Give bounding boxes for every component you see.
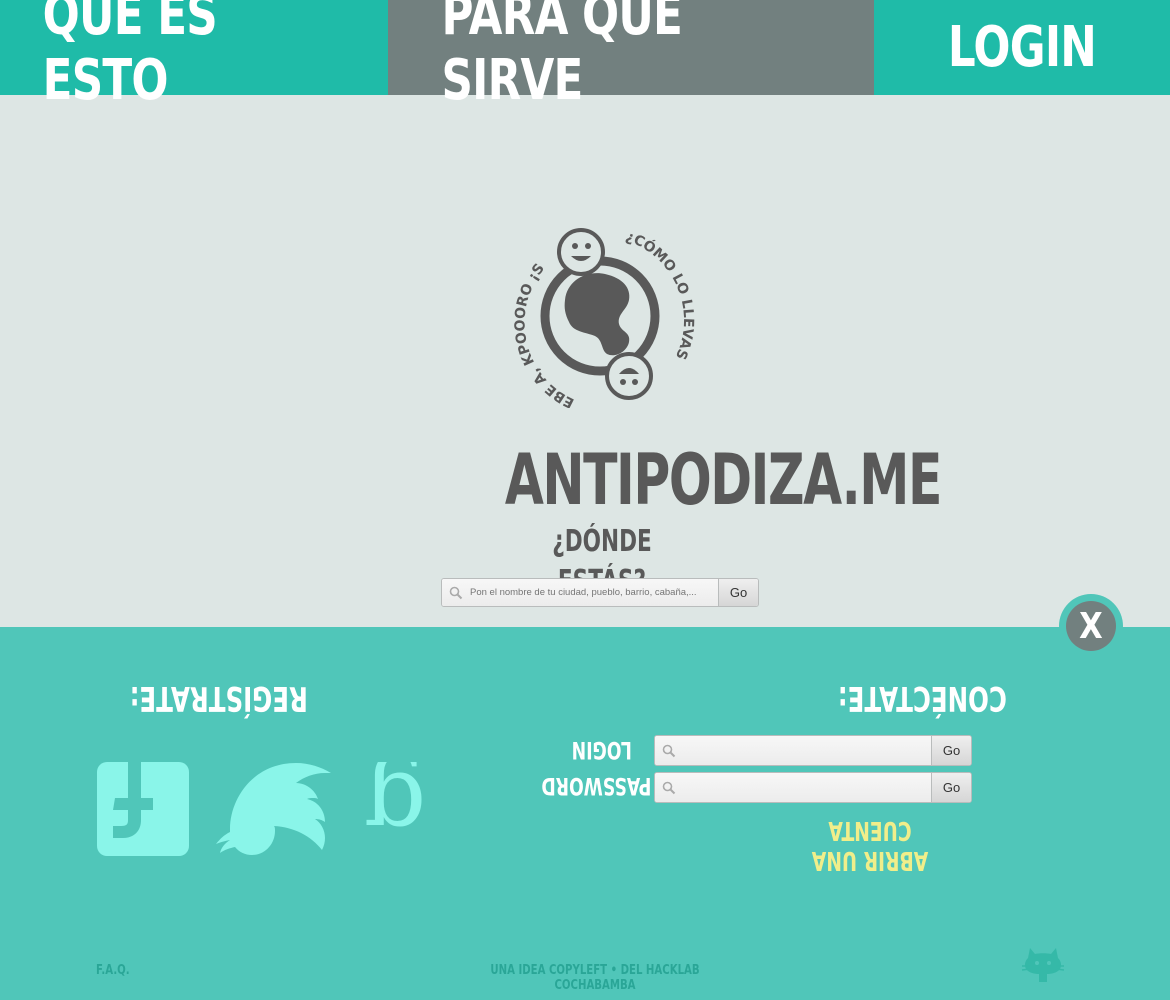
nav-item-label: LOGIN: [947, 15, 1097, 80]
facebook-icon[interactable]: [97, 762, 189, 856]
nav-item-que-es-esto[interactable]: QUÉ ES ESTO: [0, 0, 388, 113]
faq-text: F.A.Q.: [96, 963, 130, 978]
search-icon: [655, 744, 683, 758]
register-title: REGÍSTRATE:: [95, 678, 308, 718]
search-go-button[interactable]: Go: [718, 579, 758, 606]
nav-item-login[interactable]: LOGIN: [874, 0, 1170, 95]
login-label-text: LOGIN: [571, 736, 632, 764]
site-name-text: ANTIPODIZA.ME: [504, 439, 943, 521]
login-input[interactable]: [683, 745, 923, 756]
close-button[interactable]: X: [1059, 594, 1123, 658]
twitter-icon[interactable]: [212, 762, 344, 856]
svg-text:g: g: [364, 762, 427, 856]
github-octocat-icon[interactable]: [1020, 944, 1066, 984]
search-icon: [655, 781, 683, 795]
nav-item-para-que-sirve[interactable]: PARA QUÉ SIRVE: [388, 0, 874, 113]
footer-credit-text: UNA IDEA COPYLEFT • DEL HACKLAB COCHABAM…: [490, 963, 700, 993]
password-box: Go: [654, 772, 972, 803]
footer-credit: UNA IDEA COPYLEFT • DEL HACKLAB COCHABAM…: [430, 963, 760, 993]
location-search: Go: [441, 578, 759, 607]
login-field: [655, 736, 931, 765]
top-nav: QUÉ ES ESTO PARA QUÉ SIRVE LOGIN: [0, 0, 1170, 113]
search-input[interactable]: [470, 587, 710, 598]
nav-item-label: QUÉ ES ESTO: [42, 0, 218, 113]
faq-link[interactable]: F.A.Q.: [96, 963, 139, 978]
password-field: [655, 773, 931, 802]
site-name: ANTIPODIZA.ME: [420, 440, 943, 520]
search-icon: [442, 586, 470, 600]
close-label: X: [1079, 605, 1103, 647]
connect-title: CONÉCTATE:: [805, 678, 1007, 718]
antipodiza-logo: EBE A, KPOOORO ¡SI ALA! ¿CÓMO LO LLEVAS?: [505, 228, 695, 408]
login-go-button[interactable]: Go: [931, 736, 971, 765]
connect-title-text: CONÉCTATE:: [837, 678, 1007, 718]
nav-item-label: PARA QUÉ SIRVE: [441, 0, 683, 113]
open-account-text: ABRIR UNA CUENTA: [811, 815, 929, 875]
login-box: Go: [654, 735, 972, 766]
login-label: LOGIN: [560, 736, 640, 764]
password-go-button[interactable]: Go: [931, 773, 971, 802]
password-input[interactable]: [683, 782, 923, 793]
register-title-text: REGÍSTRATE:: [129, 678, 308, 718]
google-plus-icon[interactable]: g: [362, 762, 428, 856]
search-field: [442, 579, 718, 606]
close-icon: X: [1066, 601, 1116, 651]
password-label: PASSWORD: [520, 772, 651, 800]
open-account-link[interactable]: ABRIR UNA CUENTA: [770, 815, 970, 875]
password-label-text: PASSWORD: [541, 772, 652, 800]
